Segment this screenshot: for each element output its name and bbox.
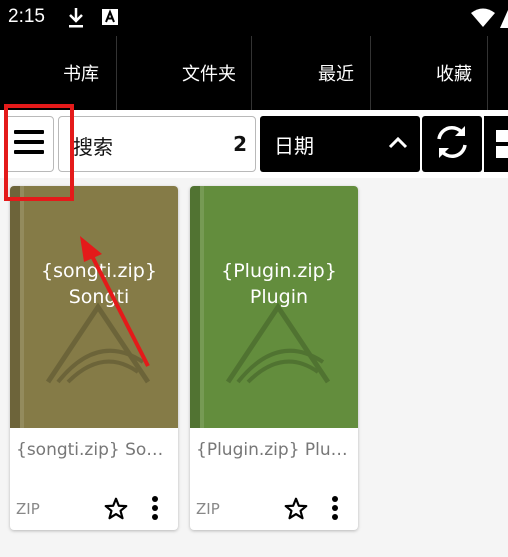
tab-favorites[interactable]: 收藏 bbox=[371, 36, 487, 110]
sort-select[interactable]: 日期 bbox=[260, 116, 420, 172]
sort-label: 日期 bbox=[274, 134, 314, 158]
status-time: 2:15 bbox=[8, 6, 45, 27]
book-cover[interactable]: {songti.zip} Songti bbox=[10, 186, 178, 428]
book-logo-icon bbox=[38, 302, 158, 396]
star-icon[interactable] bbox=[103, 496, 129, 526]
wifi-icon bbox=[470, 8, 496, 32]
cover-title: {Plugin.zip} bbox=[221, 260, 337, 282]
tab-folders[interactable]: 文件夹 bbox=[117, 36, 251, 110]
sync-button[interactable] bbox=[422, 116, 482, 172]
more-options-icon[interactable] bbox=[330, 494, 340, 526]
annotation-highlight-box bbox=[4, 104, 74, 201]
cover-spine bbox=[10, 186, 20, 428]
chevron-up-icon[interactable] bbox=[387, 132, 409, 158]
cover-subtitle: Songti bbox=[68, 286, 130, 308]
book-title[interactable]: {Plugin.zip} Plugin bbox=[196, 440, 352, 460]
download-icon bbox=[66, 6, 86, 34]
library-tabs: 书库 文件夹 最近 收藏 bbox=[0, 36, 508, 110]
toolbar: 搜索 2 日期 bbox=[0, 110, 508, 178]
tab-library[interactable]: 书库 bbox=[0, 36, 116, 110]
book-cover[interactable]: {Plugin.zip} Plugin bbox=[190, 186, 358, 428]
star-icon[interactable] bbox=[283, 496, 309, 526]
search-input[interactable]: 搜索 2 bbox=[58, 116, 256, 172]
book-format: ZIP bbox=[16, 500, 40, 518]
tab-recent[interactable]: 最近 bbox=[252, 36, 370, 110]
app-screen: 2:15 书库 文件夹 最近 收藏 搜索 2 日期 {songti.zip} S… bbox=[0, 0, 508, 557]
book-count: 2 bbox=[233, 132, 247, 156]
tab-divider bbox=[487, 36, 488, 110]
cover-subtitle: Plugin bbox=[249, 286, 309, 308]
cover-text: {Plugin.zip} Plugin bbox=[204, 258, 354, 310]
book-card[interactable]: {songti.zip} Songti {songti.zip} Songti … bbox=[10, 186, 178, 530]
status-bar: 2:15 bbox=[0, 0, 508, 36]
book-card[interactable]: {Plugin.zip} Plugin {Plugin.zip} Plugin … bbox=[190, 186, 358, 530]
cover-spine bbox=[190, 186, 200, 428]
book-logo-icon bbox=[218, 302, 338, 396]
sync-icon bbox=[432, 122, 472, 166]
app-notification-icon bbox=[100, 6, 120, 32]
grid-view-icon bbox=[484, 130, 508, 172]
book-title[interactable]: {songti.zip} Songti bbox=[16, 440, 172, 460]
cover-title: {songti.zip} bbox=[41, 260, 157, 282]
book-format: ZIP bbox=[196, 500, 220, 518]
more-options-icon[interactable] bbox=[150, 494, 160, 526]
signal-icon bbox=[500, 10, 508, 32]
cover-text: {songti.zip} Songti bbox=[24, 258, 174, 310]
search-label: 搜索 bbox=[73, 135, 113, 159]
view-mode-button[interactable] bbox=[484, 116, 508, 172]
